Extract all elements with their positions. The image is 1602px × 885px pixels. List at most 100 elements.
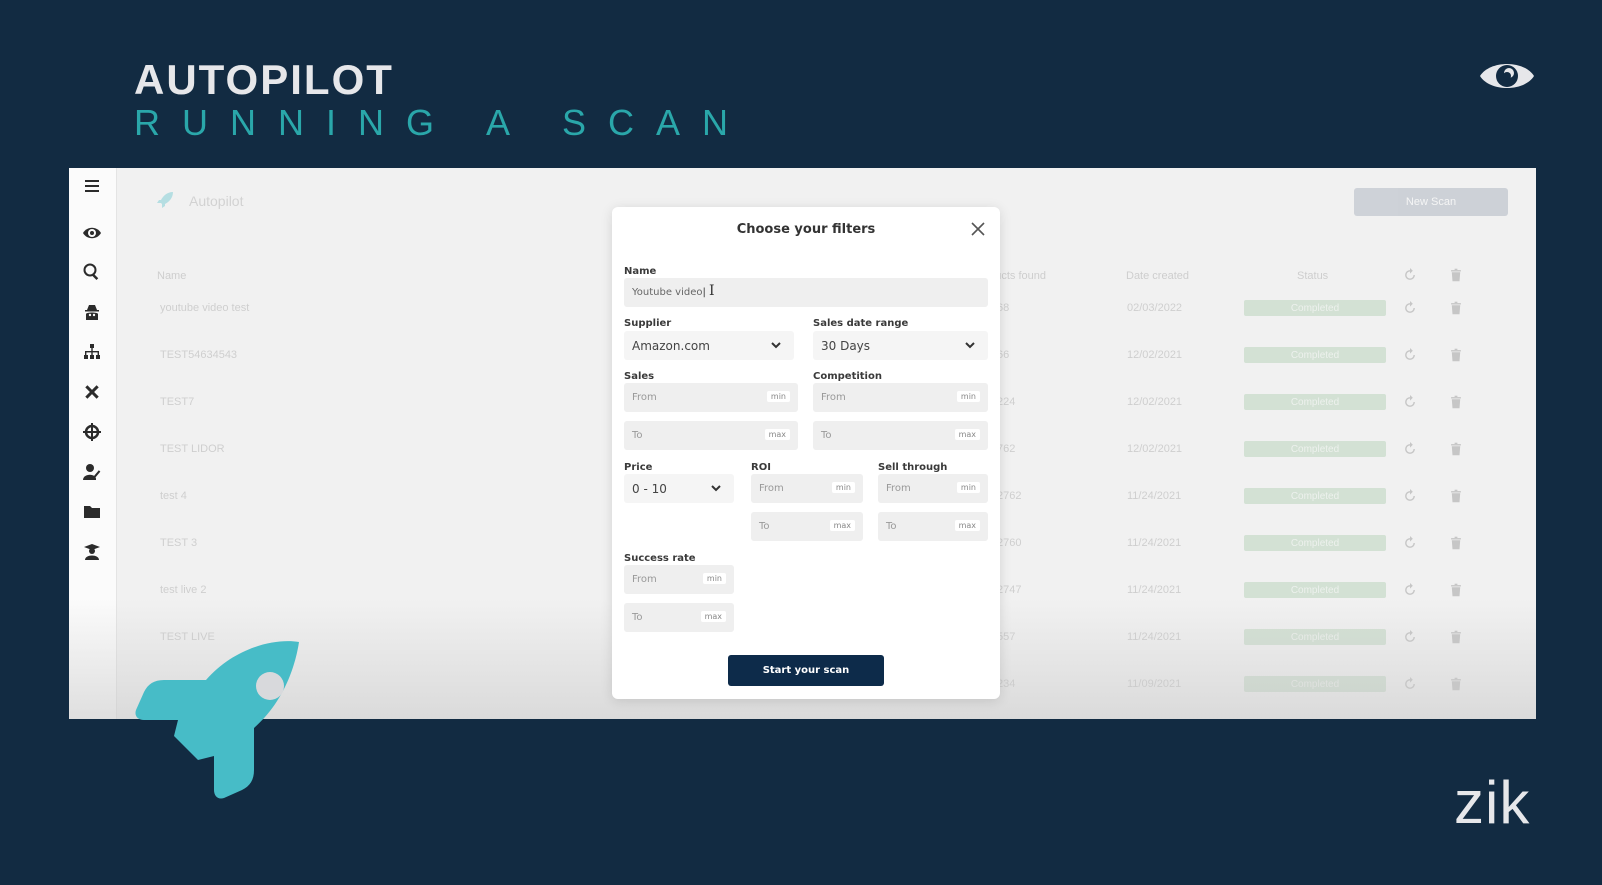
delete-icon[interactable] (1449, 395, 1463, 409)
filters-modal: Choose your filters Name Youtube video | … (612, 207, 1000, 699)
delete-icon[interactable] (1449, 583, 1463, 597)
delete-icon[interactable] (1449, 630, 1463, 644)
column-header-date-created[interactable]: Date created (1126, 270, 1189, 282)
max-tag: max (829, 520, 855, 531)
sidebar (69, 168, 117, 719)
date-created: 11/24/2021 (1127, 490, 1182, 502)
competition-from-input[interactable]: From min (813, 383, 988, 412)
roi-from-input[interactable]: From min (751, 474, 863, 503)
status-badge: Completed (1244, 347, 1386, 363)
refresh-icon[interactable] (1403, 536, 1417, 550)
refresh-icon[interactable] (1403, 395, 1417, 409)
delete-icon[interactable] (1449, 301, 1463, 315)
max-tag: max (764, 429, 790, 440)
status-badge: Completed (1244, 535, 1386, 551)
new-scan-button[interactable]: New Scan (1354, 188, 1508, 216)
name-label: Name (624, 266, 657, 277)
scan-name: TEST LIDOR (160, 443, 225, 455)
min-tag: min (702, 573, 726, 584)
sales-date-range-select[interactable]: 30 Days (813, 331, 988, 360)
status-badge: Completed (1244, 629, 1386, 645)
date-created: 11/24/2021 (1127, 537, 1182, 549)
max-tag: max (954, 429, 980, 440)
placeholder: From (886, 483, 911, 494)
graduate-icon[interactable] (80, 540, 104, 564)
spy-icon[interactable] (80, 300, 104, 324)
eye-icon[interactable] (80, 221, 104, 245)
sell-through-to-input[interactable]: To max (878, 512, 988, 541)
slide-title: AUTOPILOT (134, 56, 394, 103)
chevron-down-icon (711, 485, 721, 492)
search-zoom-icon[interactable] (80, 260, 104, 284)
delete-all-icon[interactable] (1449, 268, 1463, 282)
roi-to-input[interactable]: To max (751, 512, 863, 541)
column-header-status[interactable]: Status (1297, 270, 1328, 282)
close-icon[interactable] (970, 221, 986, 237)
competition-to-input[interactable]: To max (813, 421, 988, 450)
refresh-icon[interactable] (1403, 348, 1417, 362)
sales-to-input[interactable]: To max (624, 421, 798, 450)
refresh-icon[interactable] (1403, 301, 1417, 315)
delete-icon[interactable] (1449, 348, 1463, 362)
refresh-icon[interactable] (1403, 583, 1417, 597)
refresh-all-icon[interactable] (1403, 268, 1417, 282)
supplier-label: Supplier (624, 318, 672, 329)
crosshair-icon[interactable] (80, 420, 104, 444)
placeholder: From (632, 392, 657, 403)
competition-label: Competition (813, 371, 882, 382)
delete-icon[interactable] (1449, 536, 1463, 550)
delete-icon[interactable] (1449, 442, 1463, 456)
date-created: 11/24/2021 (1127, 631, 1182, 643)
success-rate-to-input[interactable]: To max (624, 603, 734, 632)
sales-from-input[interactable]: From min (624, 383, 798, 412)
folder-icon[interactable] (80, 500, 104, 524)
name-input[interactable]: Youtube video | I (624, 278, 988, 307)
sales-label: Sales (624, 371, 655, 382)
page-title: Autopilot (189, 193, 244, 209)
chevron-down-icon (965, 342, 975, 349)
refresh-icon[interactable] (1403, 442, 1417, 456)
date-created: 12/02/2021 (1127, 349, 1183, 361)
app-window: Autopilot New Scan Name Products found D… (69, 168, 1536, 719)
date-created: 11/24/2021 (1127, 584, 1182, 596)
delete-icon[interactable] (1449, 677, 1463, 691)
success-rate-from-input[interactable]: From min (624, 565, 734, 594)
placeholder: To (821, 430, 832, 441)
date-created: 12/02/2021 (1127, 443, 1183, 455)
supplier-select[interactable]: Amazon.com (624, 331, 794, 360)
sitemap-icon[interactable] (80, 340, 104, 364)
text-cursor-icon: I (709, 283, 715, 299)
sell-through-from-input[interactable]: From min (878, 474, 988, 503)
min-tag: min (956, 391, 980, 402)
scan-name: youtube video test (160, 302, 250, 314)
scan-name: TEST7 (160, 396, 195, 408)
column-header-name[interactable]: Name (157, 270, 186, 282)
menu-icon[interactable] (80, 174, 104, 198)
placeholder: To (632, 430, 643, 441)
start-scan-button[interactable]: Start your scan (728, 655, 884, 686)
min-tag: min (766, 391, 790, 402)
refresh-icon[interactable] (1403, 677, 1417, 691)
products-found: 2760 (997, 537, 1022, 549)
scan-name: TEST 3 (160, 537, 198, 549)
user-edit-icon[interactable] (80, 460, 104, 484)
scan-name: test live 2 (160, 584, 207, 596)
min-tag: min (831, 482, 855, 493)
name-input-value: Youtube video (632, 287, 703, 298)
price-value: 0 - 10 (632, 481, 667, 496)
products-found: 2762 (997, 490, 1022, 502)
min-tag: min (956, 482, 980, 493)
tools-icon[interactable] (80, 380, 104, 404)
delete-icon[interactable] (1449, 489, 1463, 503)
refresh-icon[interactable] (1403, 630, 1417, 644)
scan-name: test 4 (160, 490, 187, 502)
status-badge: Completed (1244, 676, 1386, 692)
slide-subtitle: RUNNING A SCAN (134, 102, 751, 143)
scan-name: TEST54634543 (160, 349, 238, 361)
price-select[interactable]: 0 - 10 (624, 474, 734, 503)
date-created: 02/03/2022 (1127, 302, 1183, 314)
refresh-icon[interactable] (1403, 489, 1417, 503)
placeholder: From (821, 392, 846, 403)
rocket-icon (135, 641, 299, 799)
sales-date-range-label: Sales date range (813, 318, 909, 329)
